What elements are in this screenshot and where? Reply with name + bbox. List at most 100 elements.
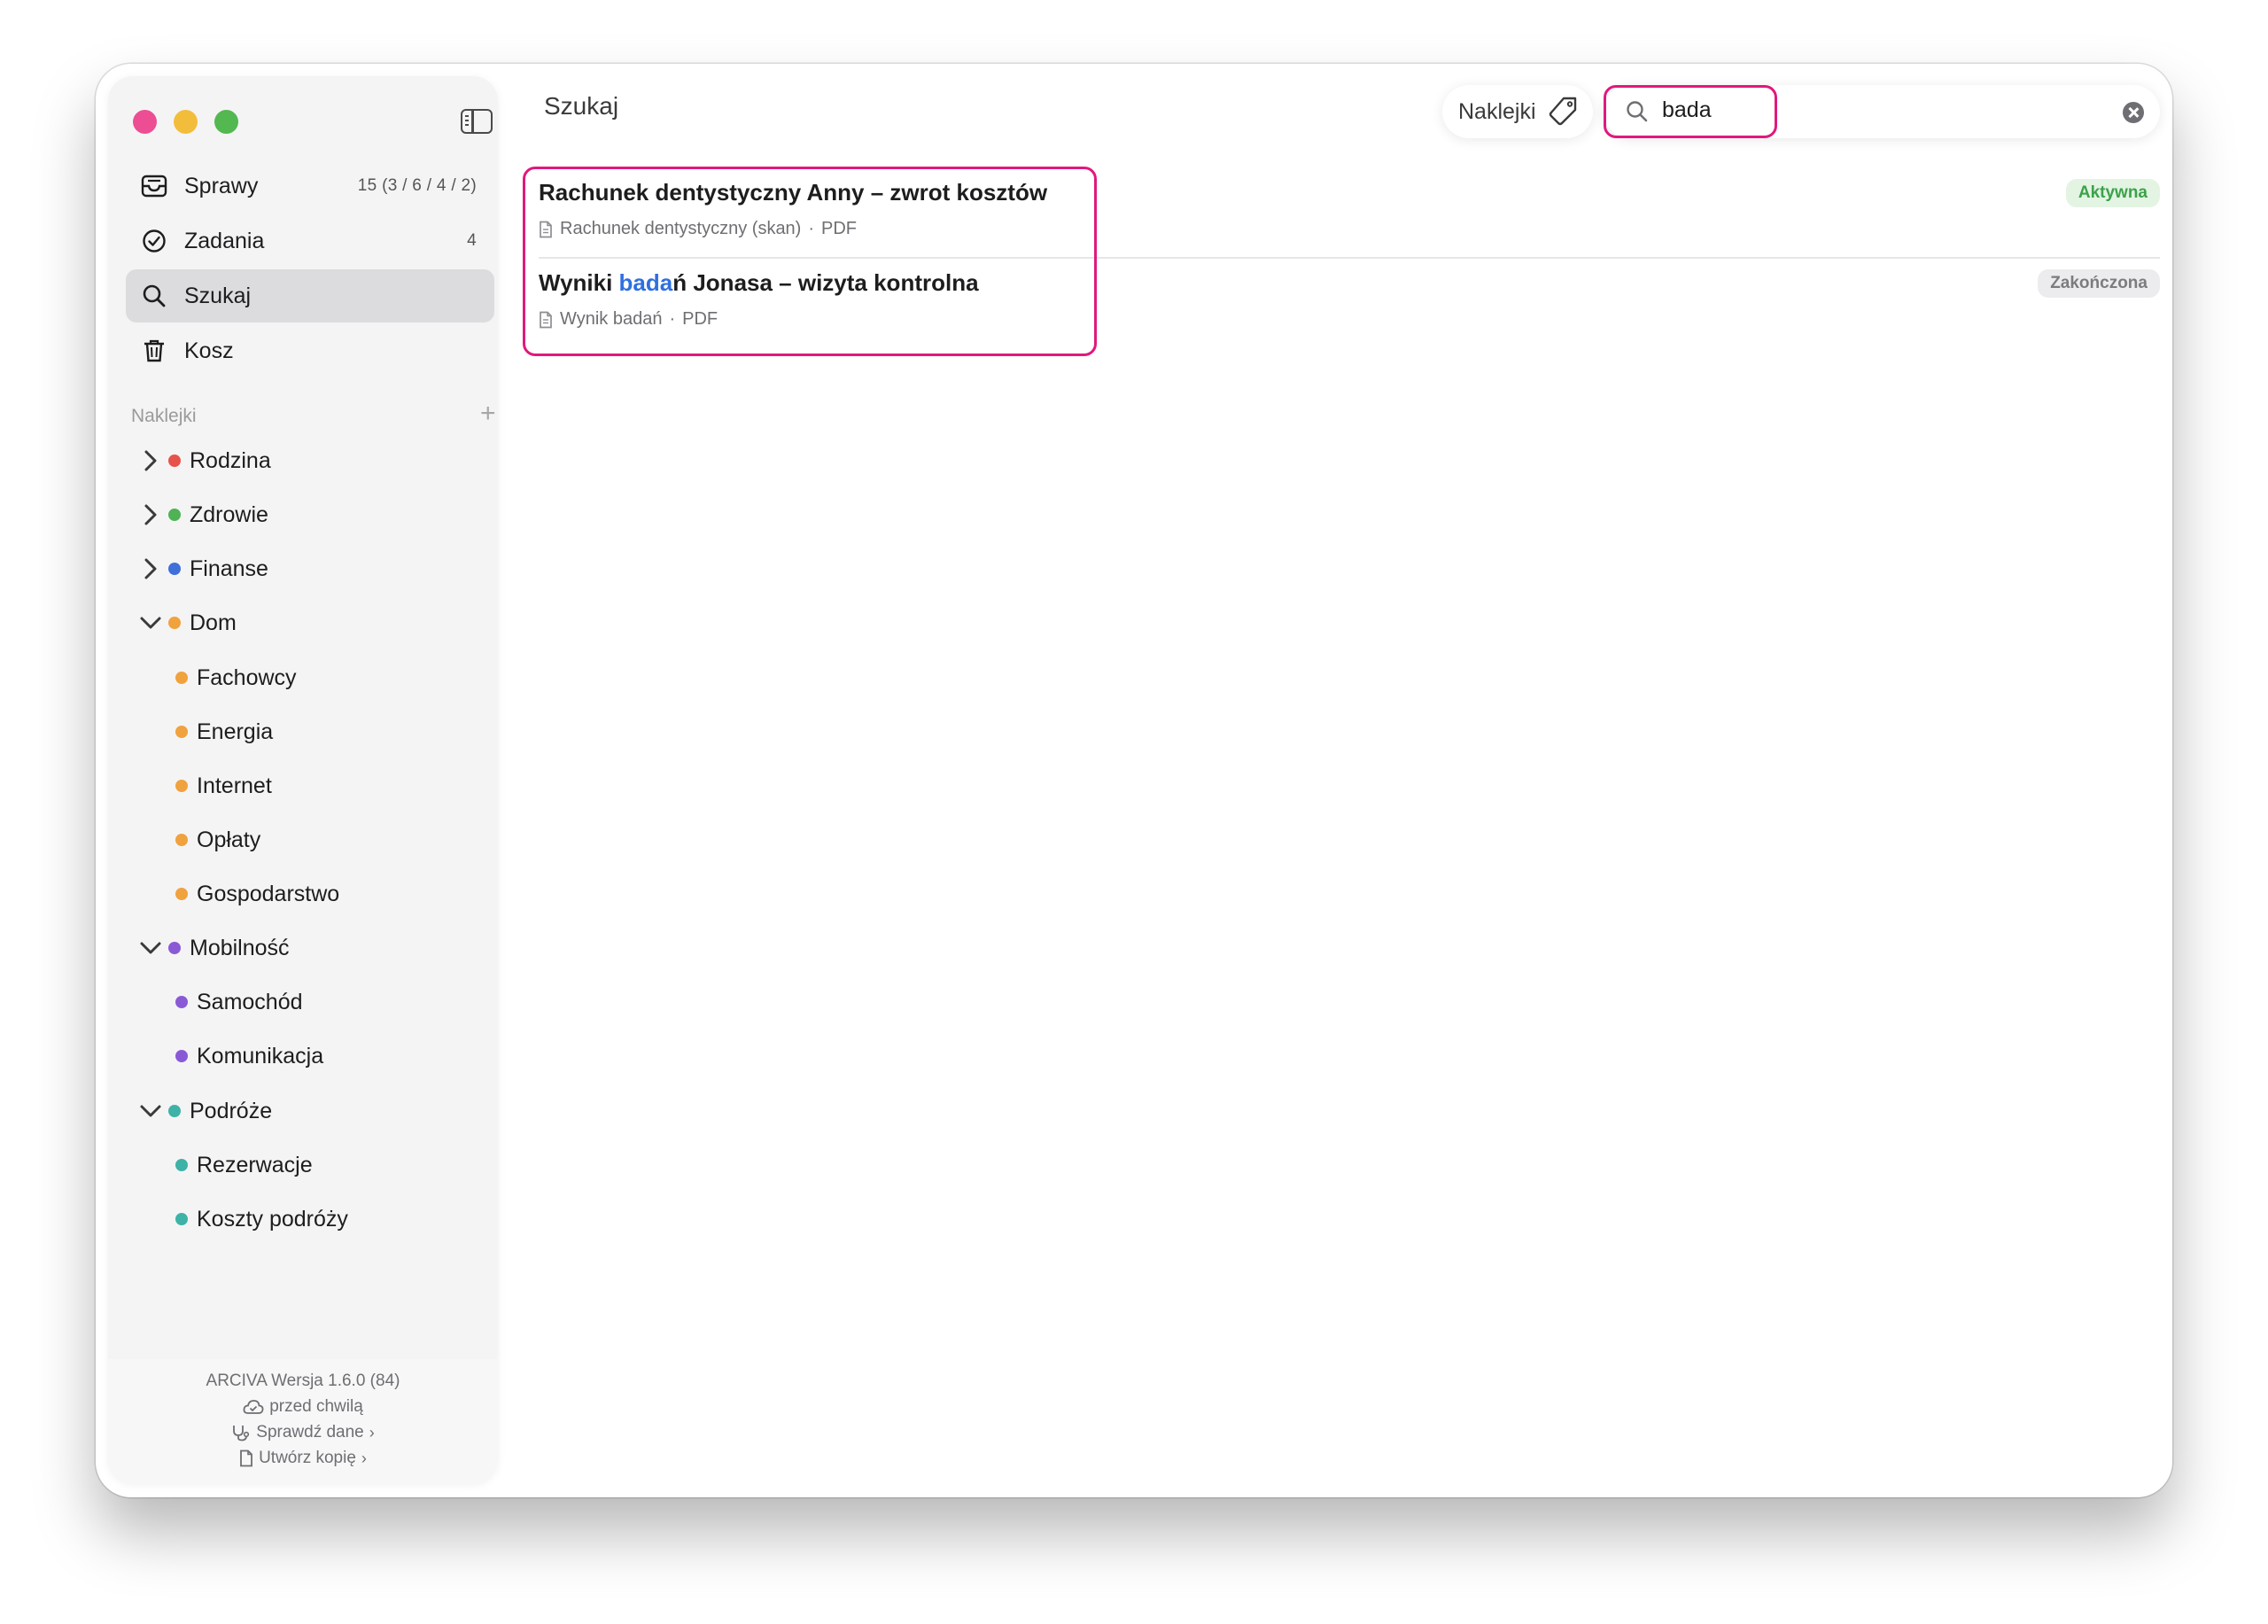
document-icon	[240, 1449, 252, 1467]
tag-item-podroze[interactable]: Podróże	[138, 1093, 272, 1129]
chevron-down-icon[interactable]	[138, 1099, 163, 1123]
document-icon	[540, 311, 552, 328]
tag-filter-label: Naklejki	[1458, 98, 1536, 124]
tag-item-energia[interactable]: Energia	[170, 714, 273, 750]
search-icon	[1625, 99, 1650, 128]
tag-item-rodzina[interactable]: Rodzina	[138, 443, 271, 478]
minimize-window-button[interactable]	[174, 110, 198, 134]
search-input[interactable]: bada	[1662, 97, 1712, 123]
tag-label: Finanse	[190, 556, 268, 581]
tag-item-koszty-podrozy[interactable]: Koszty podróży	[170, 1201, 348, 1237]
sidebar-toggle-icon[interactable]	[461, 109, 493, 134]
result-title: Rachunek dentystyczny Anny – zwrot koszt…	[539, 179, 1048, 206]
version-text: ARCIVA Wersja 1.6.0 (84)	[206, 1371, 400, 1390]
nav-label: Zadania	[184, 228, 265, 253]
tag-color-dot	[175, 1213, 188, 1225]
tag-color-dot	[175, 672, 188, 684]
tag-item-rezerwacje[interactable]: Rezerwacje	[170, 1147, 313, 1183]
nav-item-kosz[interactable]: Kosz	[126, 324, 494, 377]
tag-item-mobilnosc[interactable]: Mobilność	[138, 930, 290, 966]
inbox-icon	[140, 172, 168, 200]
tag-color-dot	[168, 1105, 181, 1117]
tag-color-dot	[168, 509, 181, 521]
tag-color-dot	[175, 1050, 188, 1062]
tag-color-dot	[168, 563, 181, 575]
clear-search-icon[interactable]	[2123, 102, 2144, 123]
nav-item-zadania[interactable]: Zadania 4	[126, 214, 494, 268]
chevron-right-icon[interactable]	[138, 502, 163, 527]
tag-color-dot	[168, 455, 181, 467]
chevron-right-icon[interactable]	[138, 556, 163, 581]
document-icon	[540, 221, 552, 237]
tag-label: Podróże	[190, 1098, 273, 1123]
sync-text: przed chwilą	[269, 1397, 363, 1416]
tag-label: Fachowcy	[197, 664, 297, 690]
result-document-name: Wynik badań	[560, 309, 663, 329]
tag-filter-button[interactable]: Naklejki	[1442, 85, 1593, 138]
tag-item-komunikacja[interactable]: Komunikacja	[170, 1038, 323, 1074]
nav-count: 15 (3 / 6 / 4 / 2)	[357, 176, 477, 195]
tag-label: Rodzina	[190, 447, 271, 473]
check-data-text: Sprawdź dane	[256, 1423, 364, 1441]
search-result-item[interactable]: Wyniki badań Jonasa – wizyta kontrolna W…	[539, 269, 2160, 330]
tag-item-oplaty[interactable]: Opłaty	[170, 822, 260, 858]
cloud-check-icon	[243, 1400, 264, 1414]
chevron-right-icon: ›	[361, 1449, 367, 1467]
tag-color-dot	[175, 834, 188, 846]
chevron-down-icon[interactable]	[138, 610, 163, 635]
status-badge: Zakończona	[2038, 269, 2160, 298]
add-tag-button[interactable]: +	[480, 400, 496, 427]
tag-label: Koszty podróży	[197, 1206, 348, 1232]
zoom-window-button[interactable]	[214, 110, 238, 134]
tag-label: Mobilność	[190, 935, 290, 960]
search-result-item[interactable]: Rachunek dentystyczny Anny – zwrot koszt…	[539, 179, 2160, 239]
result-meta: Rachunek dentystyczny (skan) · PDF	[539, 219, 2160, 239]
sync-status: przed chwilą	[108, 1397, 498, 1417]
tag-label: Samochód	[197, 989, 303, 1014]
tag-label: Energia	[197, 719, 274, 744]
tag-item-zdrowie[interactable]: Zdrowie	[138, 497, 268, 532]
create-backup-link[interactable]: Utwórz kopię ›	[108, 1449, 498, 1468]
tag-label: Opłaty	[197, 827, 261, 852]
nav-count: 4	[467, 231, 477, 250]
tag-item-internet[interactable]: Internet	[170, 768, 272, 804]
tag-color-dot	[175, 726, 188, 738]
check-data-link[interactable]: Sprawdź dane ›	[108, 1423, 498, 1442]
search-match-highlight: bada	[618, 269, 673, 296]
tag-color-dot	[168, 942, 181, 954]
result-title: Wyniki badań Jonasa – wizyta kontrolna	[539, 269, 2160, 297]
tag-item-samochod[interactable]: Samochód	[170, 984, 303, 1020]
result-title-part: Wyniki	[539, 269, 619, 296]
checkmark-circle-icon	[140, 227, 168, 255]
nav-item-szukaj[interactable]: Szukaj	[126, 269, 494, 322]
sidebar: Sprawy 15 (3 / 6 / 4 / 2) Zadania 4 Szuk…	[108, 76, 498, 1483]
nav-label: Kosz	[184, 338, 234, 363]
chevron-right-icon[interactable]	[138, 448, 163, 473]
close-window-button[interactable]	[133, 110, 157, 134]
chevron-down-icon[interactable]	[138, 936, 163, 960]
result-document-name: Rachunek dentystyczny (skan)	[560, 219, 802, 238]
page-title: Szukaj	[544, 92, 619, 120]
sidebar-footer: ARCIVA Wersja 1.6.0 (84) przed chwilą Sp…	[108, 1359, 498, 1483]
tag-item-gospodarstwo[interactable]: Gospodarstwo	[170, 876, 339, 912]
stethoscope-icon	[233, 1426, 250, 1441]
tags-section-header: Naklejki	[131, 406, 197, 426]
tag-item-dom[interactable]: Dom	[138, 605, 237, 641]
tag-label: Dom	[190, 610, 237, 635]
nav-item-sprawy[interactable]: Sprawy 15 (3 / 6 / 4 / 2)	[126, 159, 494, 213]
search-bar[interactable]: bada	[1604, 85, 2160, 138]
tag-label: Rezerwacje	[197, 1152, 313, 1177]
search-icon	[140, 282, 168, 310]
meta-separator: ·	[669, 309, 676, 329]
chevron-right-icon: ›	[369, 1423, 375, 1441]
tag-color-dot	[175, 888, 188, 900]
result-title-part: ń Jonasa – wizyta kontrolna	[672, 269, 979, 296]
nav-label: Sprawy	[184, 173, 259, 198]
tag-color-dot	[175, 996, 188, 1008]
tag-label: Internet	[197, 773, 272, 798]
tag-item-finanse[interactable]: Finanse	[138, 551, 268, 587]
status-badge: Aktywna	[2065, 179, 2160, 207]
tag-color-dot	[175, 780, 188, 792]
meta-separator: ·	[808, 219, 815, 238]
tag-item-fachowcy[interactable]: Fachowcy	[170, 660, 297, 695]
